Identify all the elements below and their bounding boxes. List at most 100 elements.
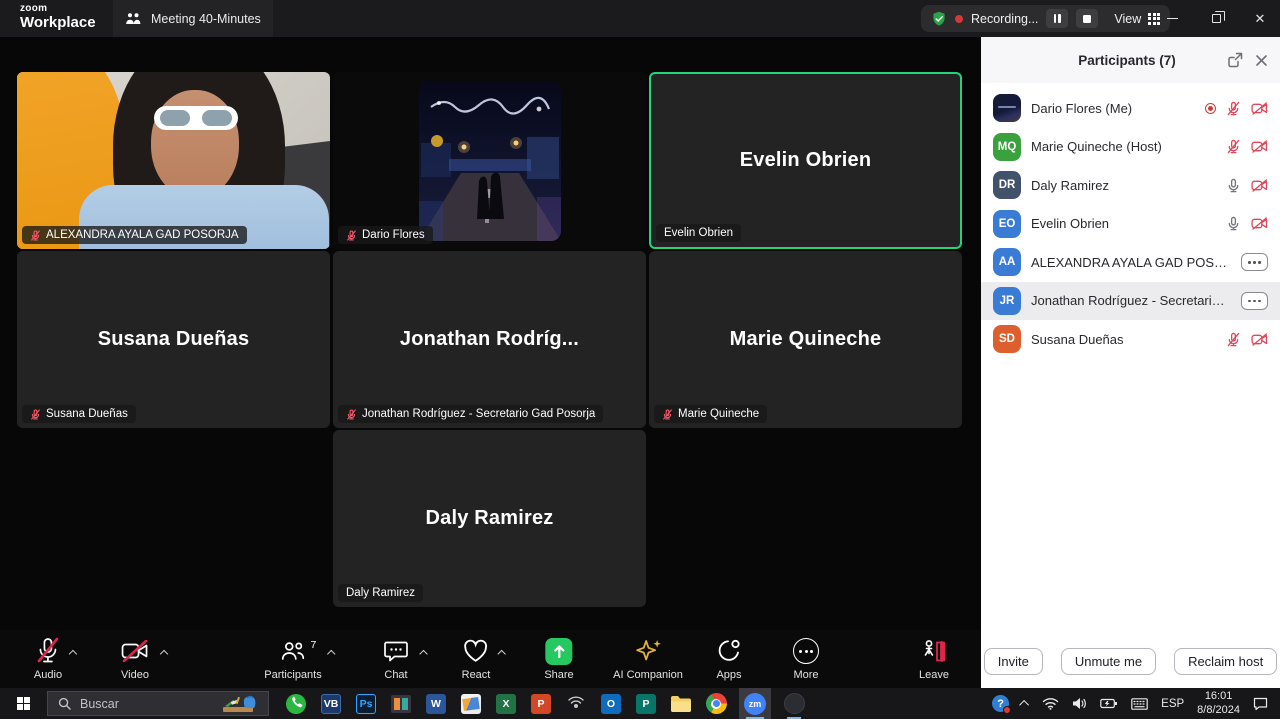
taskbar-app-photos[interactable] [459, 688, 483, 719]
taskbar-app-powerpoint[interactable]: P [529, 688, 553, 719]
share-button[interactable]: Share [544, 637, 573, 681]
action-center-icon[interactable] [1253, 697, 1268, 711]
apps-button[interactable]: Apps [716, 637, 742, 681]
mic-muted-icon[interactable] [1226, 139, 1241, 154]
camera-off-icon[interactable] [1251, 140, 1268, 153]
taskbar-app-photoshop[interactable]: Ps [354, 688, 378, 719]
share-screen-icon [545, 638, 572, 665]
taskbar-app-wireless-display[interactable] [564, 688, 588, 719]
excel-icon: X [496, 694, 516, 714]
mic-on-icon[interactable] [1226, 216, 1241, 231]
camera-off-icon[interactable] [1251, 333, 1268, 346]
night-street-photo [419, 81, 561, 241]
recording-dot-icon [955, 15, 963, 23]
taskbar-app-file-explorer[interactable] [669, 688, 693, 719]
help-tray-icon[interactable]: ? [992, 695, 1009, 712]
mic-muted-icon[interactable] [1226, 101, 1241, 116]
participant-row-jonathan[interactable]: JR Jonathan Rodríguez - Secretario Ga... [981, 282, 1280, 321]
notification-badge [1003, 706, 1011, 714]
invite-button[interactable]: Invite [984, 648, 1043, 675]
taskbar-app-visual-basic[interactable]: VB [319, 688, 343, 719]
reclaim-host-button[interactable]: Reclaim host [1174, 648, 1277, 675]
taskbar-app-chrome[interactable] [704, 688, 728, 719]
video-tile-marie[interactable]: Marie Quineche Marie Quineche [649, 251, 962, 428]
clock[interactable]: 16:01 8/8/2024 [1197, 690, 1240, 718]
taskbar-search[interactable]: Buscar [47, 691, 269, 716]
video-options-chevron[interactable] [160, 650, 168, 658]
mic-muted-icon [662, 409, 673, 420]
camera-off-icon[interactable] [1251, 102, 1268, 115]
touch-keyboard-icon[interactable] [1131, 698, 1148, 710]
taskbar-app-unknown[interactable] [782, 688, 806, 719]
start-button[interactable] [0, 688, 47, 719]
participant-row-daly[interactable]: DR Daly Ramirez [981, 166, 1280, 205]
chrome-icon [706, 693, 727, 714]
meeting-tab-label: Meeting 40-Minutes [151, 12, 261, 26]
tile-display-name: Jonathan Rodríg... [333, 251, 646, 428]
minimize-button[interactable] [1149, 0, 1195, 37]
search-highlight-art [221, 694, 265, 714]
security-shield-icon[interactable] [931, 11, 947, 27]
video-button[interactable]: Video [121, 637, 149, 681]
stop-recording-button[interactable] [1076, 9, 1098, 28]
chat-options-chevron[interactable] [419, 650, 427, 658]
participant-row-susana[interactable]: SD Susana Dueñas [981, 320, 1280, 359]
chat-button[interactable]: Chat [384, 637, 409, 681]
camera-off-icon[interactable] [1251, 217, 1268, 230]
avatar: AA [993, 248, 1021, 276]
video-grid: ALEXANDRA AYALA GAD POSORJA [0, 37, 981, 630]
participants-button[interactable]: 7 Participants [264, 637, 321, 681]
mic-on-icon[interactable] [1226, 178, 1241, 193]
camera-off-icon[interactable] [1251, 179, 1268, 192]
participant-row-dario[interactable]: Dario Flores (Me) [981, 89, 1280, 128]
hidden-icons-chevron[interactable] [1019, 700, 1029, 710]
more-options-button[interactable] [1241, 253, 1268, 271]
date: 8/8/2024 [1197, 704, 1240, 716]
video-tile-dario[interactable]: Dario Flores [333, 72, 646, 249]
react-button[interactable]: React [462, 637, 491, 681]
unmute-me-button[interactable]: Unmute me [1061, 648, 1156, 675]
pause-recording-button[interactable] [1046, 9, 1068, 28]
language-indicator[interactable]: ESP [1161, 698, 1184, 710]
battery-icon[interactable] [1100, 698, 1118, 709]
participant-row-alexandra[interactable]: AA ALEXANDRA AYALA GAD POSORJA [981, 243, 1280, 282]
more-button[interactable]: More [793, 637, 819, 681]
participant-row-marie[interactable]: MQ Marie Quineche (Host) [981, 128, 1280, 167]
close-button[interactable]: ✕ [1237, 0, 1280, 37]
restore-button[interactable] [1193, 0, 1239, 37]
ai-companion-button[interactable]: AI Companion [613, 637, 683, 681]
restore-icon [1212, 14, 1221, 23]
more-ellipsis-icon [793, 638, 819, 664]
more-options-button[interactable] [1241, 292, 1268, 310]
react-options-chevron[interactable] [498, 650, 506, 658]
zoom-workplace-logo: zoom Workplace [20, 4, 96, 30]
video-tile-evelin[interactable]: Evelin Obrien Evelin Obrien [649, 72, 962, 249]
video-tile-jonathan[interactable]: Jonathan Rodríg... Jonathan Rodríguez - … [333, 251, 646, 428]
participants-panel: Participants (7) Dario Flores (Me) [981, 37, 1280, 688]
taskbar-app-whatsapp[interactable] [284, 688, 308, 719]
audio-button[interactable]: Audio [34, 637, 62, 681]
participants-options-chevron[interactable] [327, 650, 335, 658]
taskbar-app-video-editor[interactable] [389, 688, 413, 719]
close-panel-icon[interactable] [1255, 54, 1268, 67]
meeting-tab[interactable]: Meeting 40-Minutes [113, 0, 273, 37]
zoom-meeting-window: zoom Workplace Meeting 40-Minutes Record… [0, 0, 1280, 719]
tile-name-label: ALEXANDRA AYALA GAD POSORJA [22, 226, 247, 244]
taskbar-app-word[interactable]: W [424, 688, 448, 719]
taskbar-app-excel[interactable]: X [494, 688, 518, 719]
taskbar-app-outlook[interactable]: O [599, 688, 623, 719]
leave-button[interactable]: Leave [919, 637, 949, 681]
volume-icon[interactable] [1072, 697, 1087, 710]
mic-muted-icon[interactable] [1226, 332, 1241, 347]
taskbar-app-publisher[interactable]: P [634, 688, 658, 719]
taskbar-app-zoom[interactable]: zm [739, 688, 771, 719]
taskbar-apps: VB Ps W X P [284, 688, 806, 719]
video-tile-alexandra[interactable]: ALEXANDRA AYALA GAD POSORJA [17, 72, 330, 249]
video-tile-daly[interactable]: Daly Ramirez Daly Ramirez [333, 430, 646, 607]
audio-options-chevron[interactable] [69, 650, 77, 658]
popout-icon[interactable] [1227, 52, 1243, 68]
wifi-icon[interactable] [1042, 697, 1059, 710]
search-placeholder: Buscar [80, 697, 119, 711]
video-tile-susana[interactable]: Susana Dueñas Susana Dueñas [17, 251, 330, 428]
participant-row-evelin[interactable]: EO Evelin Obrien [981, 205, 1280, 244]
